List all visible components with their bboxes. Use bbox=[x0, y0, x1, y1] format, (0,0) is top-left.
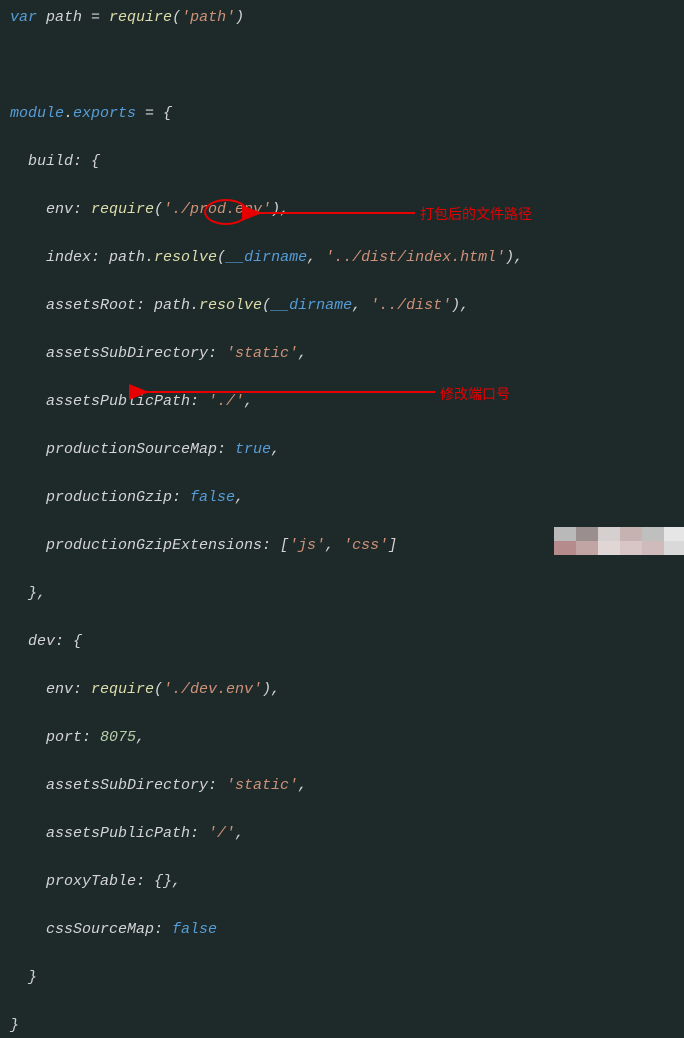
annotation-label-path: 打包后的文件路径 bbox=[420, 203, 532, 225]
keyword-module: module bbox=[10, 105, 64, 122]
string-literal: 'path' bbox=[181, 9, 235, 26]
pixel-blur-icon bbox=[554, 527, 684, 555]
assets-public-path-value: './' bbox=[208, 393, 244, 410]
prop-dev: dev: { bbox=[10, 633, 82, 650]
annotation-label-port: 修改端口号 bbox=[440, 383, 510, 405]
dirname: __dirname bbox=[226, 249, 307, 266]
func-require: require bbox=[109, 9, 172, 26]
code-editor[interactable]: var path = require('path') module.export… bbox=[10, 6, 674, 1038]
prop-build: build: { bbox=[10, 153, 100, 170]
keyword-var: var bbox=[10, 9, 37, 26]
port-value: 8075 bbox=[100, 729, 136, 746]
